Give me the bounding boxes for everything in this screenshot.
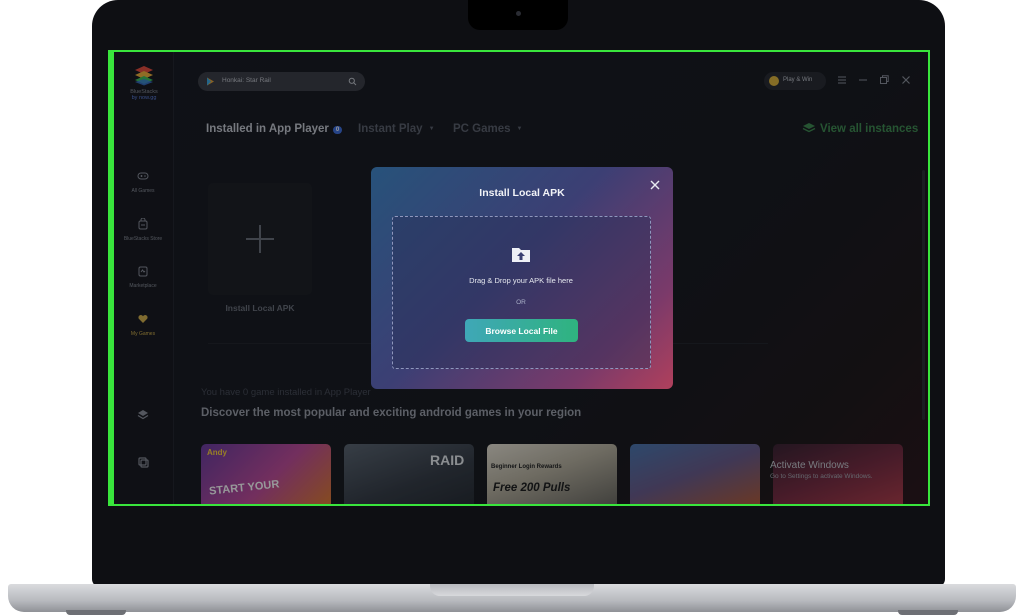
folder-upload-icon: [512, 248, 530, 262]
laptop-foot: [66, 610, 126, 615]
install-local-apk-dialog: Install Local APK Drag & Drop your APK f…: [371, 167, 673, 389]
laptop-foot: [898, 610, 958, 615]
camera-icon: [516, 11, 521, 16]
highlight-bar: [108, 50, 114, 506]
or-separator: OR: [516, 299, 526, 306]
app-window: BlueStacks by now.gg All Games BlueStack…: [112, 52, 928, 504]
browse-local-file-button[interactable]: Browse Local File: [465, 319, 578, 342]
laptop-groove: [430, 584, 594, 596]
dialog-title: Install Local APK: [479, 187, 565, 199]
laptop-mockup: BlueStacks by now.gg All Games BlueStack…: [0, 0, 1024, 615]
apk-drop-zone[interactable]: Drag & Drop your APK file here OR Browse…: [392, 216, 651, 369]
drop-instruction: Drag & Drop your APK file here: [469, 276, 573, 285]
close-icon[interactable]: [649, 179, 661, 191]
